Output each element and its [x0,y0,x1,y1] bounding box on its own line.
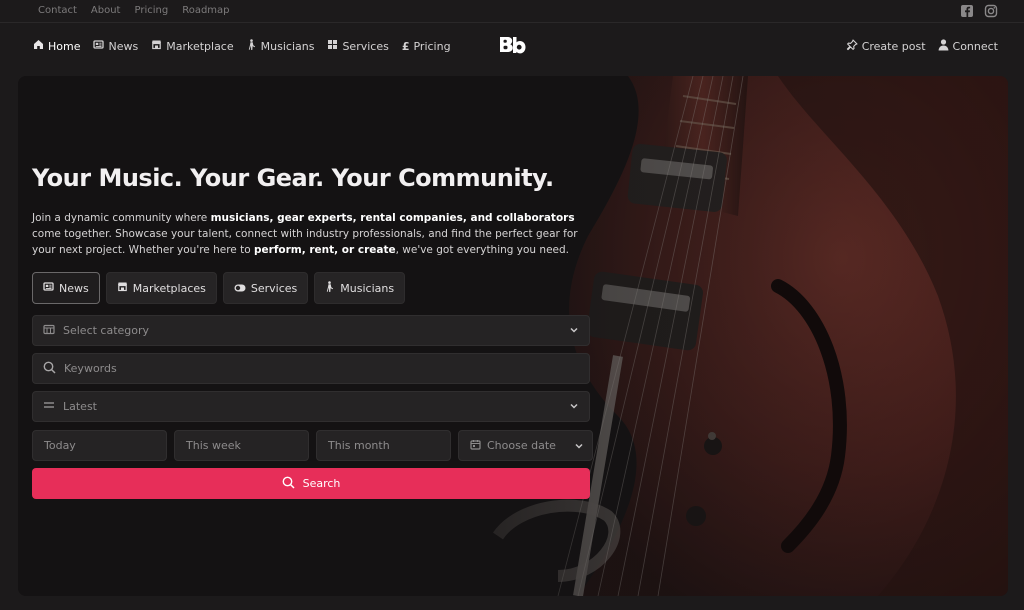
nav-item-label: Musicians [260,39,315,53]
top-links: Contact About Pricing Roadmap [38,5,230,16]
store-icon [117,281,128,295]
choose-date-picker[interactable]: Choose date [458,430,593,461]
date-label: This month [328,439,390,452]
chevron-down-icon [574,441,584,454]
pound-icon: £ [401,39,410,53]
top-link-about[interactable]: About [91,5,121,16]
top-link-pricing[interactable]: Pricing [134,5,168,16]
category-placeholder: Select category [63,324,150,337]
nav-item-label: Home [48,39,81,53]
search-button[interactable]: Search [32,468,590,499]
intro-bold-2: perform, rent, or create [254,244,396,256]
newspaper-icon [43,281,54,295]
nav-item-services[interactable]: Services [327,39,389,53]
tab-label: Services [250,281,298,295]
connect-label: Connect [952,40,998,53]
top-link-roadmap[interactable]: Roadmap [182,5,229,16]
toggle-icon [234,282,246,295]
nav-item-label: Marketplace [166,39,234,53]
intro-bold-1: musicians, gear experts, rental companie… [210,212,575,224]
tab-marketplaces[interactable]: Marketplaces [105,272,217,304]
category-select[interactable]: Select category [32,315,590,346]
chevron-down-icon [569,325,579,338]
nav-item-musicians[interactable]: Musicians [247,39,315,53]
home-icon [33,39,44,53]
nav-item-home[interactable]: Home [33,39,80,53]
nav-item-news[interactable]: News [93,39,138,53]
nav-item-label: Services [342,39,389,53]
sort-value: Latest [63,400,97,413]
date-today-button[interactable]: Today [32,430,167,461]
connect-button[interactable]: Connect [938,39,998,54]
nav-item-marketplace[interactable]: Marketplace [151,39,234,53]
sort-select[interactable]: Latest [32,391,590,422]
nav-item-pricing[interactable]: £ Pricing [402,39,451,53]
facebook-icon[interactable] [960,4,974,18]
search-tabs: News Marketplaces Services Musicians [32,272,406,304]
category-icon [43,324,55,338]
nav-right: Create post Connect [846,39,998,54]
tab-services[interactable]: Services [222,272,309,304]
intro-text-1: Join a dynamic community where [32,212,211,224]
sort-icon [43,400,55,413]
grid-icon [327,39,338,53]
top-link-contact[interactable]: Contact [38,5,77,16]
date-filters: Today This week This month Choose date [32,430,593,461]
main-nav: Home News Marketplace Musicians Services… [0,24,1024,70]
store-icon [151,39,162,53]
tab-news[interactable]: News [32,272,100,304]
nav-item-label: Pricing [413,39,451,53]
keywords-placeholder: Keywords [64,362,117,375]
date-label: This week [186,439,241,452]
newspaper-icon [93,39,105,53]
pin-icon [846,39,858,54]
top-bar: Contact About Pricing Roadmap [0,0,1024,23]
tab-label: Musicians [340,281,395,295]
tab-label: News [59,281,89,295]
date-label: Choose date [487,439,556,452]
create-post-label: Create post [861,40,926,53]
brand-logo[interactable] [499,36,527,62]
instagram-icon[interactable] [984,4,998,18]
search-icon [282,476,295,492]
search-button-label: Search [302,477,341,490]
tab-musicians[interactable]: Musicians [314,272,406,304]
nav-item-label: News [108,39,139,53]
date-label: Today [44,439,76,452]
create-post-button[interactable]: Create post [846,39,926,54]
social-links [960,4,998,18]
calendar-icon [470,439,481,453]
nav-left: Home News Marketplace Musicians Services… [33,39,451,53]
date-this-month-button[interactable]: This month [316,430,451,461]
hero-intro: Join a dynamic community where musicians… [32,210,592,258]
chevron-down-icon [569,401,579,414]
intro-text-3: , we've got everything you need. [395,244,569,256]
date-this-week-button[interactable]: This week [174,430,309,461]
guitarist-icon [247,39,257,53]
user-icon [938,39,949,54]
tab-label: Marketplaces [132,281,206,295]
guitarist-icon [325,281,335,295]
keywords-input[interactable]: Keywords [32,353,590,384]
hero-title: Your Music. Your Gear. Your Community. [32,164,554,192]
search-icon [43,361,56,377]
